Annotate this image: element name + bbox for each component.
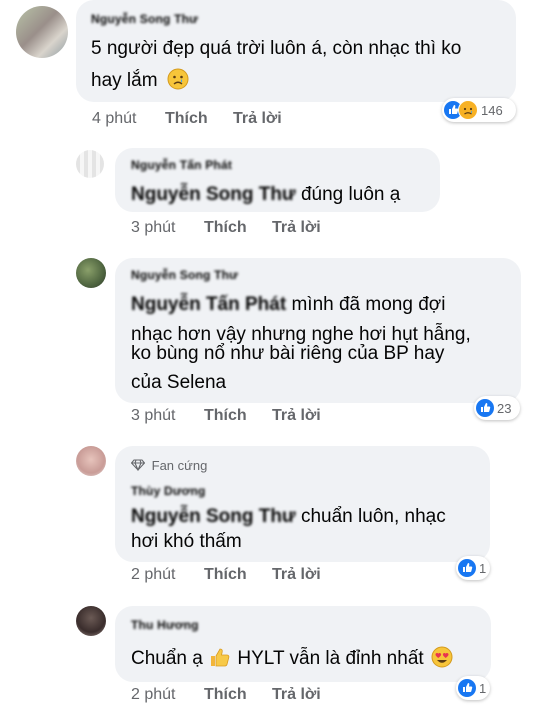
crying-emoji bbox=[167, 68, 189, 90]
like-button[interactable]: Thích bbox=[204, 407, 247, 425]
timestamp[interactable]: 3 phút bbox=[131, 407, 175, 425]
like-icon bbox=[458, 559, 476, 577]
reply-button[interactable]: Trả lời bbox=[272, 566, 321, 584]
mention-link[interactable]: Nguyễn Tấn Phát bbox=[131, 290, 286, 319]
reaction-count: 1 bbox=[479, 560, 487, 576]
reply-button[interactable]: Trả lời bbox=[272, 407, 321, 425]
like-button[interactable]: Thích bbox=[204, 219, 247, 237]
comment-text: đúng luôn ạ bbox=[300, 184, 401, 205]
reaction-count: 1 bbox=[479, 680, 487, 696]
like-button[interactable]: Thích bbox=[204, 566, 247, 584]
timestamp[interactable]: 3 phút bbox=[131, 219, 175, 237]
comment-text: mình đã mong đợi bbox=[291, 294, 446, 315]
comment-author[interactable]: Thu Hương bbox=[131, 618, 199, 632]
avatar[interactable] bbox=[76, 258, 106, 288]
reaction-summary[interactable]: 1 bbox=[456, 676, 490, 700]
reaction-summary[interactable]: 1 bbox=[456, 556, 490, 580]
thumbs-up-emoji bbox=[211, 648, 230, 667]
comment-text-line: của Selena bbox=[131, 372, 227, 393]
like-icon bbox=[458, 679, 476, 697]
comment-author[interactable]: Nguyễn Tấn Phát bbox=[131, 158, 232, 172]
comment-text-line: Chuẩn ạ HYLT vẫn là đỉnh nhất bbox=[131, 644, 453, 673]
reaction-summary[interactable]: 146 bbox=[442, 98, 516, 122]
comment-text-line: Nguyễn Tấn Phát mình đã mong đợi bbox=[131, 290, 445, 319]
comment-author[interactable]: Thùy Dương bbox=[131, 484, 206, 498]
timestamp[interactable]: 2 phút bbox=[131, 566, 175, 584]
reaction-summary[interactable]: 23 bbox=[474, 396, 520, 420]
badge-label: Fan cứng bbox=[151, 458, 208, 473]
timestamp[interactable]: 4 phút bbox=[92, 110, 136, 128]
comment-author[interactable]: Nguyễn Song Thư bbox=[131, 268, 238, 282]
heart-eyes-emoji bbox=[431, 646, 453, 668]
reaction-count: 23 bbox=[497, 400, 512, 416]
avatar[interactable] bbox=[16, 6, 68, 58]
comment-text: hay lắm bbox=[91, 70, 158, 91]
avatar[interactable] bbox=[76, 606, 106, 636]
comment-text-line: Nguyễn Song Thư đúng luôn ạ bbox=[131, 180, 400, 209]
comment-text: 5 người đẹp quá trời luôn á, còn nhạc th… bbox=[91, 38, 462, 59]
sad-icon bbox=[458, 100, 478, 120]
reply-button[interactable]: Trả lời bbox=[233, 110, 282, 128]
avatar[interactable] bbox=[76, 446, 106, 476]
like-button[interactable]: Thích bbox=[204, 686, 247, 704]
reply-button[interactable]: Trả lời bbox=[272, 686, 321, 704]
avatar[interactable] bbox=[76, 150, 104, 178]
comment-text: HYLT vẫn là đỉnh nhất bbox=[237, 648, 424, 669]
comment-author[interactable]: Nguyễn Song Thư bbox=[91, 12, 198, 26]
reply-button[interactable]: Trả lời bbox=[272, 219, 321, 237]
comment-text-line: ko bùng nổ như bài riêng của BP hay bbox=[131, 343, 445, 364]
comment-text: Chuẩn ạ bbox=[131, 648, 203, 669]
fan-badge: Fan cứng bbox=[130, 458, 208, 473]
like-button[interactable]: Thích bbox=[165, 110, 208, 128]
mention-link[interactable]: Nguyễn Song Thư bbox=[131, 180, 296, 209]
reaction-count: 146 bbox=[481, 102, 503, 118]
like-icon bbox=[476, 399, 494, 417]
comment-text: chuẩn luôn, nhạc bbox=[300, 506, 446, 527]
comment-text-line: hay lắm bbox=[91, 66, 189, 95]
comment-text-line: hơi khó thấm bbox=[131, 531, 242, 552]
diamond-icon bbox=[130, 459, 146, 472]
timestamp[interactable]: 2 phút bbox=[131, 686, 175, 704]
comment-text-line: 5 người đẹp quá trời luôn á, còn nhạc th… bbox=[91, 34, 461, 63]
